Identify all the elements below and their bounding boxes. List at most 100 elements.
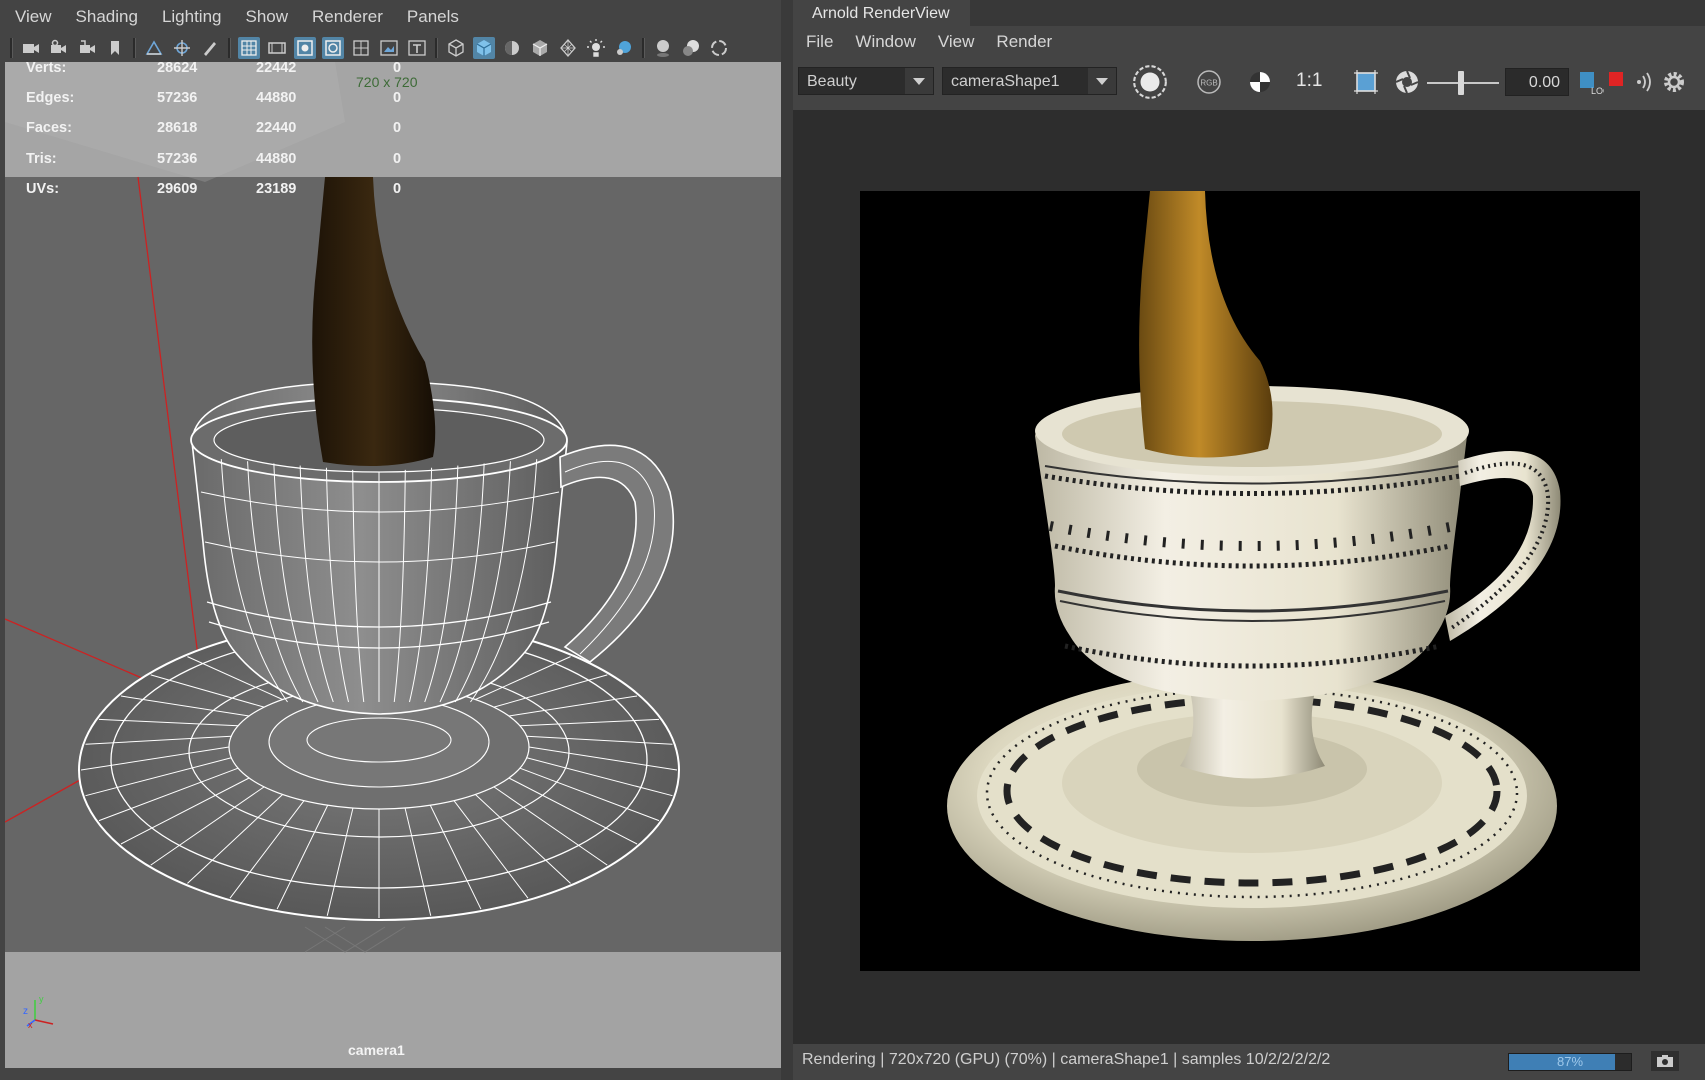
hud-value: 29609 bbox=[157, 181, 198, 197]
stop-icon bbox=[1609, 72, 1623, 86]
hud-row-faces: Faces: 28618 22440 0 bbox=[5, 120, 485, 150]
svg-text:RGB: RGB bbox=[1200, 79, 1217, 88]
render-display-area[interactable] bbox=[793, 110, 1705, 1044]
resolution-gate-icon[interactable] bbox=[294, 37, 316, 59]
renderview-toolbar: Beauty cameraShape1 RGB 1:1 0.00 LO bbox=[793, 62, 1705, 106]
screen-space-ao-icon[interactable] bbox=[680, 37, 702, 59]
chevron-down-icon bbox=[1088, 68, 1116, 94]
menu-shading[interactable]: Shading bbox=[64, 0, 150, 34]
bookmark-icon[interactable] bbox=[104, 37, 126, 59]
axis-z-label: z bbox=[23, 1006, 28, 1017]
menu-panels[interactable]: Panels bbox=[395, 0, 471, 34]
hud-value: 44880 bbox=[256, 90, 297, 106]
menu-view[interactable]: View bbox=[0, 0, 64, 34]
rgb-channel-button[interactable]: RGB bbox=[1192, 66, 1226, 98]
renderview-status-bar: Rendering | 720x720 (GPU) (70%) | camera… bbox=[793, 1044, 1705, 1080]
poly-count-hud: 720 x 720 Verts: 28624 22442 0 Edges: 57… bbox=[5, 62, 781, 262]
gate-mask-icon[interactable] bbox=[322, 37, 344, 59]
snapshot-button[interactable] bbox=[1651, 1051, 1679, 1071]
toolbar-separator bbox=[642, 38, 645, 58]
image-plane-icon[interactable] bbox=[143, 37, 165, 59]
exposure-button[interactable] bbox=[1390, 66, 1424, 98]
axis-y-label: y bbox=[39, 994, 44, 1004]
hud-value: 23189 bbox=[256, 181, 297, 197]
field-chart-icon[interactable] bbox=[350, 37, 372, 59]
camera-select-icon[interactable] bbox=[20, 37, 42, 59]
rendered-image bbox=[860, 191, 1640, 971]
crop-icon bbox=[1354, 70, 1378, 94]
menu-view[interactable]: View bbox=[927, 26, 986, 58]
two-d-pan-icon[interactable] bbox=[171, 37, 193, 59]
exposure-slider-handle[interactable] bbox=[1458, 71, 1464, 95]
hud-value: 0 bbox=[393, 181, 402, 197]
hud-value: 28624 bbox=[157, 62, 198, 76]
camera-dropdown[interactable]: cameraShape1 bbox=[942, 67, 1117, 95]
axis-x-label: x bbox=[28, 1020, 33, 1030]
gear-icon bbox=[1664, 72, 1684, 92]
aov-dropdown[interactable]: Beauty bbox=[798, 67, 934, 95]
use-all-lights-icon[interactable] bbox=[585, 37, 607, 59]
exposure-field[interactable]: 0.00 bbox=[1505, 68, 1569, 96]
safe-title-icon[interactable] bbox=[406, 37, 428, 59]
renderview-menu-bar: File Window View Render bbox=[793, 26, 1705, 58]
grid-icon[interactable] bbox=[238, 37, 260, 59]
hud-value: 0 bbox=[393, 90, 402, 106]
zoom-ratio[interactable]: 1:1 bbox=[1296, 70, 1322, 92]
hud-row-uvs: UVs: 29609 23189 0 bbox=[5, 181, 485, 211]
use-default-material-icon[interactable] bbox=[501, 37, 523, 59]
compare-button[interactable] bbox=[1243, 66, 1277, 98]
smooth-shade-icon[interactable] bbox=[473, 37, 495, 59]
viewport-toolbar bbox=[0, 34, 781, 62]
bookmarks-icon[interactable] bbox=[76, 37, 98, 59]
menu-renderer[interactable]: Renderer bbox=[300, 0, 395, 34]
ipr-icon bbox=[1637, 72, 1651, 92]
toolbar-separator bbox=[133, 38, 136, 58]
motion-blur-icon[interactable] bbox=[708, 37, 730, 59]
isolate-select-icon[interactable] bbox=[613, 37, 635, 59]
panel-divider[interactable] bbox=[781, 0, 793, 1080]
render-button[interactable] bbox=[1128, 62, 1172, 102]
wireframe-on-shaded-icon[interactable] bbox=[529, 37, 551, 59]
hud-value: 22442 bbox=[256, 62, 297, 76]
hud-label: Edges: bbox=[26, 90, 75, 106]
hud-value: 0 bbox=[393, 62, 402, 76]
hud-row-edges: Edges: 57236 44880 0 bbox=[5, 90, 485, 120]
menu-render[interactable]: Render bbox=[985, 26, 1063, 58]
view-axis-indicator: z x y bbox=[23, 994, 54, 1030]
camera-attributes-icon[interactable] bbox=[48, 37, 70, 59]
grease-pencil-icon[interactable] bbox=[199, 37, 221, 59]
renderview-tab[interactable]: Arnold RenderView bbox=[793, 0, 970, 26]
menu-lighting[interactable]: Lighting bbox=[150, 0, 234, 34]
hud-label: Verts: bbox=[26, 62, 67, 76]
camera-name-label: camera1 bbox=[348, 1042, 405, 1058]
menu-show[interactable]: Show bbox=[234, 0, 301, 34]
film-gate-icon[interactable] bbox=[266, 37, 288, 59]
render-status-text: Rendering | 720x720 (GPU) (70%) | camera… bbox=[802, 1051, 1331, 1068]
hud-label: Faces: bbox=[26, 120, 72, 136]
xray-icon[interactable] bbox=[557, 37, 579, 59]
hud-value: 44880 bbox=[256, 151, 297, 167]
hud-value: 57236 bbox=[157, 90, 198, 106]
viewport-canvas[interactable]: 720 x 720 Verts: 28624 22442 0 Edges: 57… bbox=[5, 62, 781, 1068]
hud-value: 0 bbox=[393, 120, 402, 136]
hud-value: 0 bbox=[393, 151, 402, 167]
toolbar-separator bbox=[435, 38, 438, 58]
shadows-icon[interactable] bbox=[652, 37, 674, 59]
safe-action-icon[interactable] bbox=[378, 37, 400, 59]
toolbar-separator bbox=[10, 38, 13, 58]
compare-icon bbox=[1250, 72, 1270, 92]
viewport-menu-bar: View Shading Lighting Show Renderer Pane… bbox=[0, 0, 781, 34]
wireframe-icon[interactable] bbox=[445, 37, 467, 59]
chevron-down-icon bbox=[905, 68, 933, 94]
camera-value: cameraShape1 bbox=[951, 73, 1060, 90]
toolbar-separator bbox=[228, 38, 231, 58]
rgb-icon: RGB bbox=[1197, 70, 1221, 94]
hud-row-tris: Tris: 57236 44880 0 bbox=[5, 151, 485, 181]
crop-region-button[interactable] bbox=[1349, 66, 1383, 98]
menu-file[interactable]: File bbox=[793, 26, 844, 58]
menu-window[interactable]: Window bbox=[844, 26, 926, 58]
hud-value: 57236 bbox=[157, 151, 198, 167]
aperture-icon bbox=[1395, 70, 1419, 94]
hud-value: 22440 bbox=[256, 120, 297, 136]
settings-button[interactable] bbox=[1657, 66, 1691, 98]
